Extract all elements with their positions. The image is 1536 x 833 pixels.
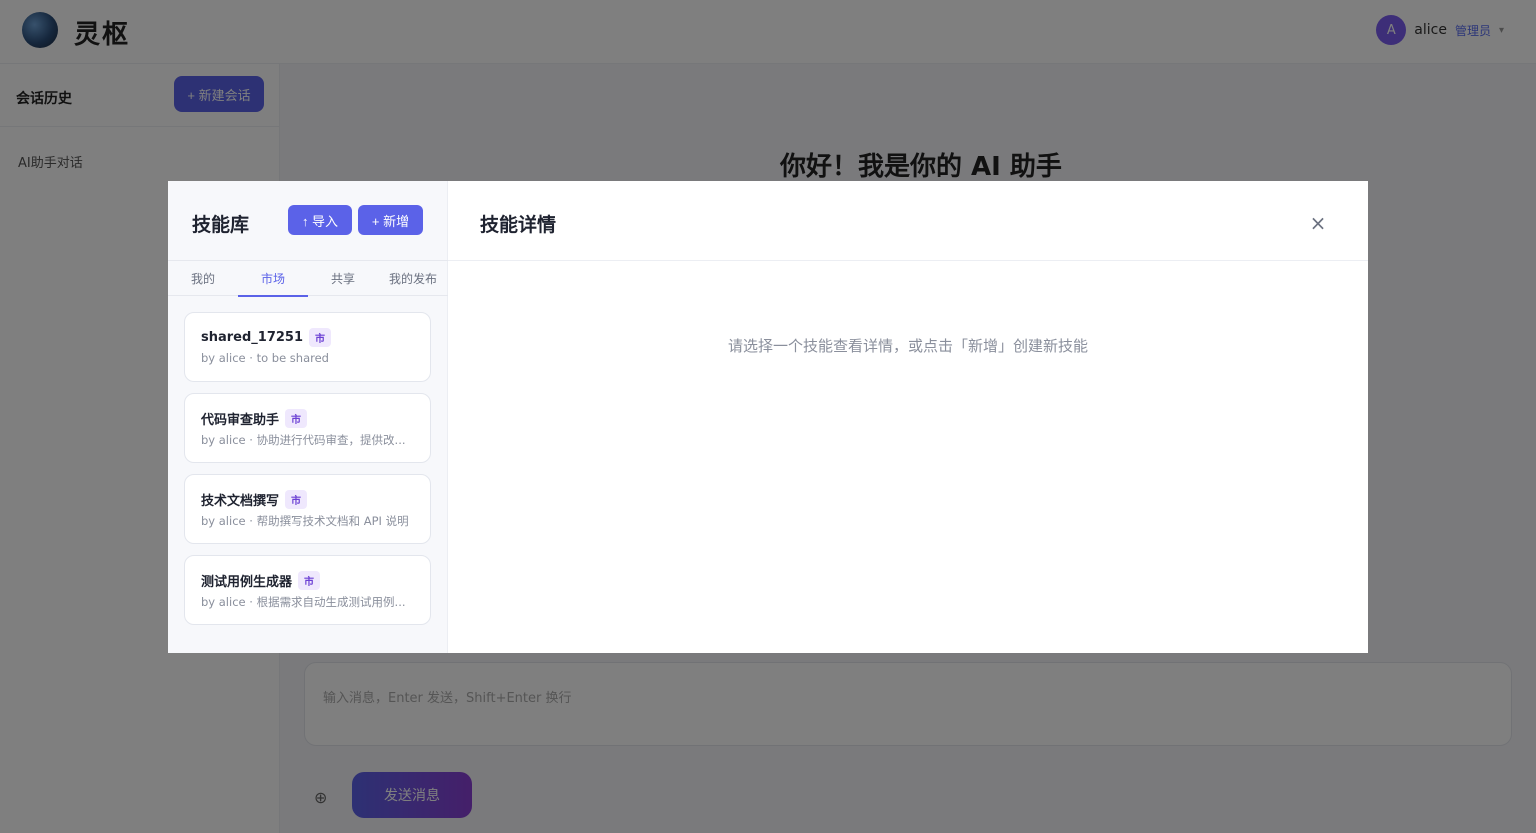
skill-description: by alice · 根据需求自动生成测试用例... xyxy=(201,595,406,609)
skill-tabs: 我的 市场 共享 我的发布 xyxy=(168,261,448,297)
skill-card[interactable]: 代码审查助手 市 by alice · 协助进行代码审查，提供改... xyxy=(184,393,431,463)
divider xyxy=(448,260,1368,261)
market-badge: 市 xyxy=(285,489,308,509)
skill-name: 技术文档撰写 xyxy=(201,493,280,509)
skill-description: by alice · 协助进行代码审查，提供改... xyxy=(201,433,406,447)
skill-library-modal: 技能库 ↑ 导入 + 新增 我的 市场 共享 我的发布 shared_17251… xyxy=(168,181,1368,653)
tab-market[interactable]: 市场 xyxy=(238,261,308,297)
market-badge: 市 xyxy=(285,408,308,428)
skill-name: shared_17251 xyxy=(201,329,304,345)
market-badge: 市 xyxy=(298,570,321,590)
skill-detail-pane: 技能详情 × 请选择一个技能查看详情，或点击「新增」创建新技能 xyxy=(448,181,1368,653)
skill-card[interactable]: 技术文档撰写 市 by alice · 帮助撰写技术文档和 API 说明 xyxy=(184,474,431,544)
skill-card[interactable]: 测试用例生成器 市 by alice · 根据需求自动生成测试用例... xyxy=(184,555,431,625)
tab-mine[interactable]: 我的 xyxy=(168,261,238,296)
empty-state-hint: 请选择一个技能查看详情，或点击「新增」创建新技能 xyxy=(727,337,1088,355)
library-title: 技能库 xyxy=(192,214,250,236)
skill-description: by alice · 帮助撰写技术文档和 API 说明 xyxy=(201,514,409,528)
skill-list: shared_17251 市 by alice · to be shared 代… xyxy=(184,312,431,636)
add-skill-button[interactable]: + 新增 xyxy=(358,205,423,235)
market-badge: 市 xyxy=(309,327,332,347)
tab-shared[interactable]: 共享 xyxy=(308,261,378,296)
tab-my-published[interactable]: 我的发布 xyxy=(378,261,448,296)
detail-title: 技能详情 xyxy=(480,214,557,236)
skill-card[interactable]: shared_17251 市 by alice · to be shared xyxy=(184,312,431,382)
skill-library-pane: 技能库 ↑ 导入 + 新增 我的 市场 共享 我的发布 shared_17251… xyxy=(168,181,448,653)
skill-name: 测试用例生成器 xyxy=(201,574,293,590)
close-icon[interactable]: × xyxy=(1306,211,1330,235)
import-button[interactable]: ↑ 导入 xyxy=(288,205,352,235)
skill-name: 代码审查助手 xyxy=(201,412,280,428)
skill-description: by alice · to be shared xyxy=(201,351,329,365)
